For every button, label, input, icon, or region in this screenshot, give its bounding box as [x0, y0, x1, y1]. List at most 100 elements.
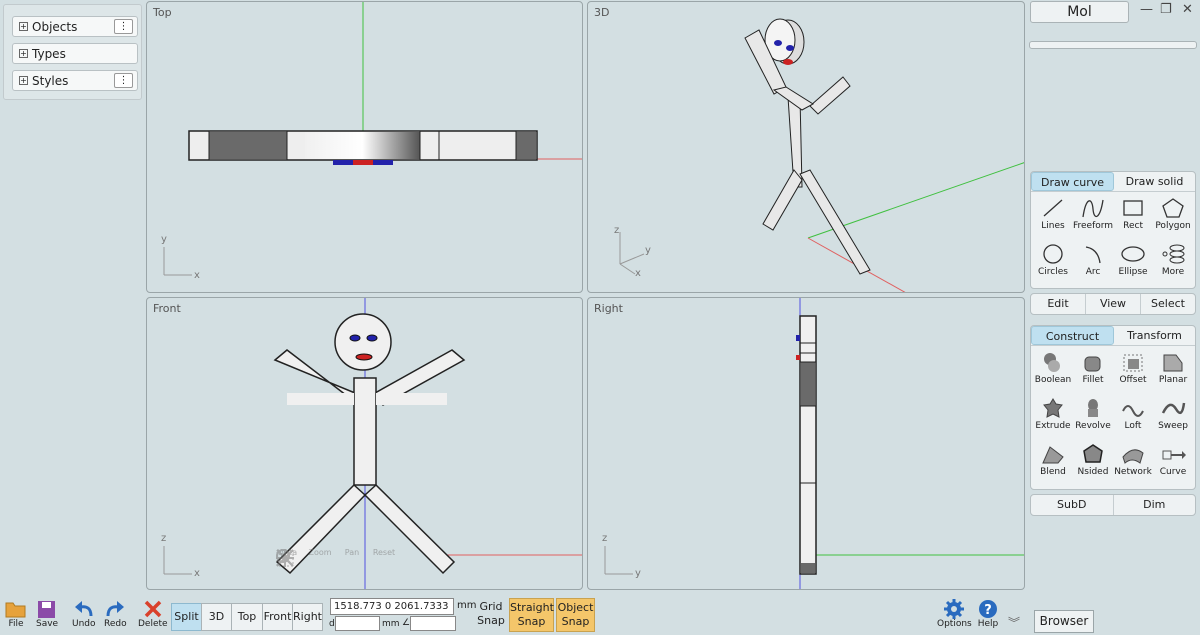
view-button[interactable]: View [1086, 294, 1141, 314]
help-icon: ? [979, 600, 997, 618]
offset-tool[interactable]: Offset [1113, 348, 1153, 394]
view-front-button[interactable]: Front [262, 603, 293, 631]
redo-label: Redo [104, 619, 127, 629]
options-button[interactable]: Options [937, 599, 972, 629]
fillet-tool[interactable]: Fillet [1073, 348, 1113, 394]
zoom-button[interactable]: Zoom [276, 548, 333, 567]
offset-label: Offset [1119, 375, 1147, 385]
angle-input[interactable] [410, 616, 456, 631]
save-button[interactable]: Save [36, 599, 58, 629]
rect-label: Rect [1123, 221, 1143, 231]
straight-snap-label-2: Snap [517, 615, 546, 628]
object-snap-toggle[interactable]: Object Snap [556, 598, 595, 632]
subd-button[interactable]: SubD [1031, 495, 1114, 515]
loft-tool[interactable]: Loft [1113, 394, 1153, 440]
pan-label: Pan [344, 548, 360, 557]
tab-construct[interactable]: Construct [1031, 326, 1114, 345]
restore-icon[interactable]: ❐ [1160, 2, 1172, 17]
file-button[interactable]: File [5, 599, 27, 629]
blend-tool[interactable]: Blend [1033, 440, 1073, 486]
viewport-front[interactable]: Front z x Area Zoom Pan Reset [146, 297, 583, 590]
arc-label: Arc [1085, 267, 1101, 277]
view-top-button[interactable]: Top [231, 603, 263, 631]
network-icon [1122, 449, 1144, 464]
app-title-button[interactable]: Mol [1030, 1, 1129, 23]
axis-z-label: z [161, 533, 167, 544]
loft-label: Loft [1124, 421, 1142, 431]
edit-panel: Edit View Select [1030, 293, 1196, 315]
curve-icon [1162, 450, 1186, 460]
axis-y-label: y [645, 245, 651, 256]
viewport-right-label: Right [594, 302, 623, 315]
circles-tool[interactable]: Circles [1033, 240, 1073, 286]
boolean-tool[interactable]: Boolean [1033, 348, 1073, 394]
save-icon [38, 601, 56, 618]
objects-group[interactable]: + Objects ⋮ [12, 16, 138, 37]
redo-icon [106, 601, 125, 617]
expand-icon[interactable]: + [19, 76, 28, 85]
types-label: Types [32, 46, 66, 61]
tab-draw-curve[interactable]: Draw curve [1031, 172, 1114, 191]
ellipse-tool[interactable]: Ellipse [1113, 240, 1153, 286]
axis-y-label: y [635, 568, 641, 579]
redo-button[interactable]: Redo [104, 599, 127, 629]
pan-button[interactable]: Pan [276, 548, 365, 567]
view-right-button[interactable]: Right [292, 603, 323, 631]
edit-button[interactable]: Edit [1031, 294, 1086, 314]
straight-snap-toggle[interactable]: Straight Snap [509, 598, 554, 632]
expand-icon[interactable]: + [19, 22, 28, 31]
viewport-top[interactable]: Top y x [146, 1, 583, 293]
undo-button[interactable]: Undo [72, 599, 96, 629]
browser-button[interactable]: Browser [1034, 610, 1094, 633]
planar-tool[interactable]: Planar [1153, 348, 1193, 394]
arc-tool[interactable]: Arc [1073, 240, 1113, 286]
distance-input[interactable] [335, 616, 380, 631]
delete-button[interactable]: Delete [138, 599, 168, 629]
polygon-tool[interactable]: Polygon [1153, 194, 1193, 240]
extrude-tool[interactable]: Extrude [1033, 394, 1073, 440]
grid-snap-toggle[interactable]: Grid Snap [474, 598, 508, 632]
viewport-3d[interactable]: 3D z y x [587, 1, 1025, 293]
nsided-icon [1083, 444, 1103, 463]
dim-button[interactable]: Dim [1114, 495, 1196, 515]
panel-splitter[interactable] [1029, 41, 1197, 49]
sweep-tool[interactable]: Sweep [1153, 394, 1193, 440]
revolve-label: Revolve [1075, 421, 1111, 431]
view-split-button[interactable]: Split [171, 603, 202, 631]
chevron-down-icon[interactable]: ︾ [1008, 614, 1020, 631]
nsided-label: Nsided [1077, 467, 1109, 477]
select-button[interactable]: Select [1141, 294, 1195, 314]
styles-group[interactable]: + Styles ⋮ [12, 70, 138, 91]
freeform-tool[interactable]: Freeform [1073, 194, 1113, 240]
delete-icon [144, 600, 162, 618]
arc-icon [1085, 246, 1101, 264]
close-icon[interactable]: ✕ [1182, 2, 1193, 17]
draw-panel: Draw curve Draw solid Lines Freeform Rec… [1030, 171, 1196, 289]
revolve-tool[interactable]: Revolve [1073, 394, 1113, 440]
extrude-icon [1043, 398, 1063, 418]
network-tool[interactable]: Network [1113, 440, 1153, 486]
axis-z-label: z [602, 533, 608, 544]
help-button[interactable]: ? Help [977, 599, 999, 629]
tab-draw-solid[interactable]: Draw solid [1114, 172, 1195, 191]
rect-tool[interactable]: Rect [1113, 194, 1153, 240]
expand-icon[interactable]: + [19, 49, 28, 58]
objects-menu-button[interactable]: ⋮ [114, 19, 133, 34]
nsided-tool[interactable]: Nsided [1073, 440, 1113, 486]
styles-menu-button[interactable]: ⋮ [114, 73, 133, 88]
reset-view-button[interactable]: Reset [276, 548, 397, 567]
sweep-label: Sweep [1158, 421, 1188, 431]
offset-icon [1123, 354, 1143, 372]
tab-transform[interactable]: Transform [1114, 326, 1195, 345]
fillet-icon [1084, 356, 1101, 372]
viewport-right[interactable]: Right z y [587, 297, 1025, 590]
help-label: Help [977, 619, 999, 629]
minimize-icon[interactable]: — [1140, 2, 1153, 17]
coordinates-input[interactable]: 1518.773 0 2061.7333 [330, 598, 454, 615]
view-3d-button[interactable]: 3D [201, 603, 232, 631]
lines-tool[interactable]: Lines [1033, 194, 1073, 240]
types-group[interactable]: + Types [12, 43, 138, 64]
curve-tool[interactable]: Curve [1153, 440, 1193, 486]
more-curves-tool[interactable]: More [1153, 240, 1193, 286]
straight-snap-label-1: Straight [510, 601, 554, 614]
